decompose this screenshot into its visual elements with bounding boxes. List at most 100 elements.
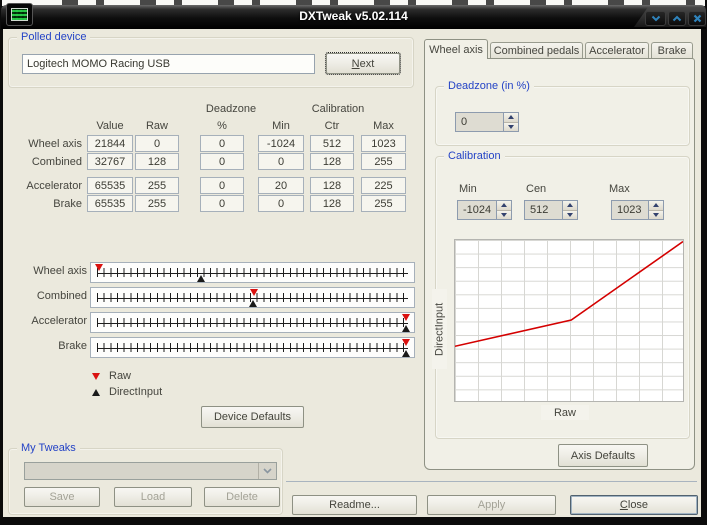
row-label: Accelerator <box>26 180 82 192</box>
wheel-value-cell: 21844 <box>87 135 133 152</box>
cal-max-spinner[interactable]: 1023 <box>611 200 664 220</box>
restore-button[interactable] <box>668 11 686 26</box>
combined-raw-cell: 128 <box>135 153 179 170</box>
brake-slider-row: Brake <box>11 337 415 358</box>
device-name-field[interactable]: Logitech MOMO Racing USB <box>22 54 315 74</box>
calibration-curve-svg <box>455 240 683 348</box>
table-row-wheel-axis: Wheel axis 21844 0 0 -1024 512 1023 <box>11 135 406 153</box>
cal-min-label: Min <box>459 183 477 195</box>
spin-down-button[interactable] <box>504 122 518 131</box>
up-arrow-icon <box>501 203 507 208</box>
row-label: Brake <box>53 198 82 210</box>
spin-up-button[interactable] <box>563 201 577 211</box>
dxtweak-window: DXTweak v5.02.114 Polled device Logitech… <box>0 0 707 525</box>
combined-slider-row: Combined <box>11 287 415 308</box>
raw-marker <box>401 314 410 321</box>
legend-directinput: DirectInput <box>92 385 162 399</box>
brake-min-cell: 0 <box>258 195 304 212</box>
wheel-axis-tab-panel: Deadzone (in %) 0 Calibration Min Cen Ma… <box>424 58 695 470</box>
apply-button[interactable]: Apply <box>427 495 556 515</box>
readme-button[interactable]: Readme... <box>292 495 417 515</box>
up-arrow-icon <box>653 203 659 208</box>
col-header-max: Max <box>373 120 394 132</box>
axis-defaults-button[interactable]: Axis Defaults <box>558 444 648 467</box>
deadzone-spinner[interactable]: 0 <box>455 112 519 132</box>
spin-up-button[interactable] <box>504 113 518 123</box>
directinput-marker <box>401 350 410 357</box>
spin-down-button[interactable] <box>497 210 511 219</box>
wheel-min-cell: -1024 <box>258 135 304 152</box>
cal-min-value: -1024 <box>463 204 492 216</box>
directinput-marker <box>401 325 410 332</box>
raw-marker <box>95 264 104 271</box>
cal-cen-label: Cen <box>526 183 547 195</box>
table-column-headers: Value Raw % Min Ctr Max <box>11 119 406 132</box>
spin-up-button[interactable] <box>497 201 511 211</box>
combined-min-cell: 0 <box>258 153 304 170</box>
cal-cen-value: 512 <box>530 204 549 216</box>
spin-up-button[interactable] <box>649 201 663 211</box>
brake-slider[interactable] <box>90 337 415 358</box>
tweaks-combobox[interactable] <box>24 462 277 480</box>
window-title: DXTweak v5.02.114 <box>299 9 408 23</box>
tab-brake[interactable]: Brake <box>651 42 693 59</box>
combo-dropdown-button[interactable] <box>258 463 276 479</box>
combined-slider[interactable] <box>90 287 415 308</box>
combined-max-cell: 255 <box>361 153 406 170</box>
calibration-span-header: Calibration <box>311 103 365 115</box>
down-arrow-icon <box>508 124 514 129</box>
calibration-label: Calibration <box>444 150 505 162</box>
directinput-marker <box>248 300 257 307</box>
col-header-min: Min <box>272 120 290 132</box>
brake-ctr-cell: 128 <box>310 195 354 212</box>
my-tweaks-label: My Tweaks <box>17 442 80 454</box>
col-header-deadzone-pct: % <box>217 120 227 132</box>
wheel-raw-cell: 0 <box>135 135 179 152</box>
tab-wheel-axis[interactable]: Wheel axis <box>424 39 488 59</box>
row-label: Combined <box>31 156 82 168</box>
device-defaults-button[interactable]: Device Defaults <box>201 406 304 428</box>
close-window-button[interactable] <box>688 11 706 26</box>
accelerator-slider[interactable] <box>90 312 415 333</box>
wheel-axis-slider[interactable] <box>90 262 415 283</box>
accelerator-max-cell: 225 <box>361 177 406 194</box>
cal-max-value: 1023 <box>617 204 642 216</box>
chevron-up-icon <box>672 15 682 22</box>
titlebar[interactable]: DXTweak v5.02.114 <box>1 3 706 29</box>
spin-down-button[interactable] <box>649 210 663 219</box>
minimize-button[interactable] <box>645 11 666 26</box>
next-device-button[interactable]: Next <box>325 52 401 75</box>
save-button[interactable]: Save <box>24 487 100 507</box>
cal-min-spinner[interactable]: -1024 <box>457 200 512 220</box>
up-arrow-icon <box>508 115 514 120</box>
spin-down-button[interactable] <box>563 210 577 219</box>
close-button[interactable]: Close <box>570 495 698 515</box>
chart-y-axis-label: DirectInput <box>432 289 447 369</box>
dialog-body: Polled device Logitech MOMO Racing USB N… <box>3 29 701 517</box>
brake-value-cell: 65535 <box>87 195 133 212</box>
brake-raw-cell: 255 <box>135 195 179 212</box>
table-row-combined: Combined 32767 128 0 0 128 255 <box>11 153 406 171</box>
table-row-brake: Brake 65535 255 0 0 128 255 <box>11 195 406 213</box>
combined-deadzone-cell: 0 <box>200 153 244 170</box>
raw-marker <box>249 289 258 296</box>
polled-device-label: Polled device <box>17 31 91 43</box>
brake-max-cell: 255 <box>361 195 406 212</box>
accelerator-ctr-cell: 128 <box>310 177 354 194</box>
accelerator-min-cell: 20 <box>258 177 304 194</box>
accelerator-deadzone-cell: 0 <box>200 177 244 194</box>
delete-button[interactable]: Delete <box>204 487 280 507</box>
close-icon <box>693 14 701 23</box>
combined-value-cell: 32767 <box>87 153 133 170</box>
down-arrow-icon <box>501 212 507 217</box>
brake-deadzone-cell: 0 <box>200 195 244 212</box>
accelerator-slider-row: Accelerator <box>11 312 415 333</box>
chart-x-axis-label: Raw <box>541 405 589 420</box>
table-row-accelerator: Accelerator 65535 255 0 20 128 225 <box>11 177 406 195</box>
wheel-max-cell: 1023 <box>361 135 406 152</box>
tab-combined-pedals[interactable]: Combined pedals <box>490 42 583 59</box>
load-button[interactable]: Load <box>114 487 192 507</box>
col-header-ctr: Ctr <box>324 120 340 132</box>
cal-cen-spinner[interactable]: 512 <box>524 200 578 220</box>
tab-accelerator[interactable]: Accelerator <box>585 42 649 59</box>
